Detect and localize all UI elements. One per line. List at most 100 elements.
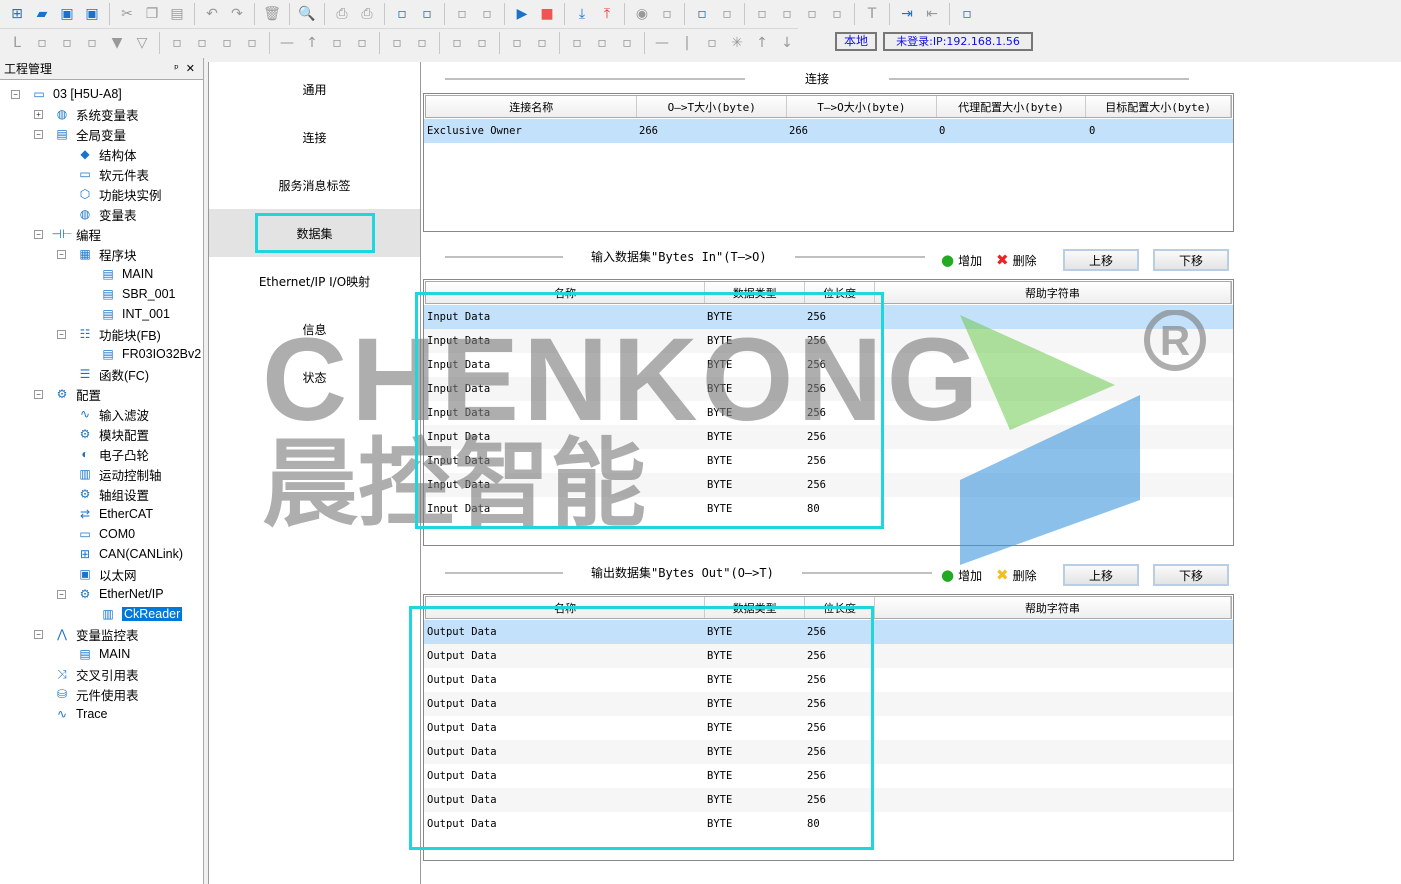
trace-icon[interactable]: ▫ xyxy=(656,3,678,25)
run-icon[interactable]: ▶ xyxy=(511,3,533,25)
table-row[interactable]: Output Data BYTE 256 xyxy=(424,764,1233,788)
tree-node[interactable]: − ☷ 功能块(FB) xyxy=(57,324,161,344)
tree-node[interactable]: + ◍ 系统变量表 xyxy=(34,104,139,124)
column-header[interactable]: 连接名称 xyxy=(426,96,638,117)
output-move-down-button[interactable]: 下移 xyxy=(1153,564,1229,586)
no-contact-icon[interactable]: ▫ xyxy=(386,32,408,54)
arrow-down2-icon[interactable]: ↓ xyxy=(776,32,798,54)
paste-icon[interactable]: ▤ xyxy=(166,3,188,25)
login-icon[interactable]: ⇥ xyxy=(896,3,918,25)
ladder-c-icon[interactable]: ▫ xyxy=(801,3,823,25)
table-row[interactable]: Input Data BYTE 256 xyxy=(424,329,1233,353)
column-header[interactable]: 数据类型 xyxy=(705,282,806,303)
copy-icon[interactable]: ❐ xyxy=(141,3,163,25)
edit-online-icon[interactable]: ▫ xyxy=(691,3,713,25)
save-all-icon[interactable]: ▣ xyxy=(81,3,103,25)
column-header[interactable]: T—>O大小(byte) xyxy=(787,96,937,117)
tree-node[interactable]: ▥ CkReader xyxy=(99,604,183,624)
line-up-icon[interactable]: ↑ xyxy=(301,32,323,54)
tree-node[interactable]: ☰ 函数(FC) xyxy=(76,364,149,384)
table-row[interactable]: Input Data BYTE 256 xyxy=(424,305,1233,329)
column-header[interactable]: 目标配置大小(byte) xyxy=(1086,96,1231,117)
coil-icon[interactable]: ▫ xyxy=(566,32,588,54)
tree-node[interactable]: ⚙ 轴组设置 xyxy=(76,484,149,504)
tree-node[interactable]: − ▦ 程序块 xyxy=(57,244,137,264)
cascade-windows-icon[interactable]: ▫ xyxy=(391,3,413,25)
nav-item[interactable]: 通用 xyxy=(209,65,420,113)
nav-item[interactable]: 服务消息标签 xyxy=(209,161,420,209)
nav-item[interactable]: 信息 xyxy=(209,305,420,353)
table-row[interactable]: Output Data BYTE 256 xyxy=(424,620,1233,644)
tree-node[interactable]: ▤ INT_001 xyxy=(99,304,170,324)
arrow-up-icon[interactable]: ↑ xyxy=(751,32,773,54)
login-status[interactable]: 未登录:IP:192.168.1.56 xyxy=(883,32,1033,51)
collapse-icon[interactable]: − xyxy=(57,329,66,339)
output-delete-button[interactable]: ✖ 删除 xyxy=(996,566,1037,584)
table-row[interactable]: Output Data BYTE 256 xyxy=(424,740,1233,764)
tree-node[interactable]: ▭ COM0 xyxy=(76,524,135,544)
table-row[interactable]: Output Data BYTE 256 xyxy=(424,788,1233,812)
coil-f-icon[interactable]: ▫ xyxy=(616,32,638,54)
expand-icon[interactable]: + xyxy=(34,109,43,119)
collapse-icon[interactable]: − xyxy=(11,89,20,99)
column-header[interactable]: 名称 xyxy=(426,597,706,618)
tree-node[interactable]: ∿ 输入滤波 xyxy=(76,404,149,424)
print-preview-icon[interactable]: ⎙ xyxy=(331,3,353,25)
tree-node[interactable]: − ⋀ 变量监控表 xyxy=(34,624,139,644)
nav-item[interactable]: 数据集 xyxy=(209,209,420,257)
ladder-a-icon[interactable]: ▫ xyxy=(751,3,773,25)
table-row[interactable]: Output Data BYTE 80 xyxy=(424,812,1233,836)
table-row[interactable]: Output Data BYTE 256 xyxy=(424,692,1233,716)
coil-a-icon[interactable]: ▫ xyxy=(591,32,613,54)
line-h-icon[interactable]: — xyxy=(276,32,298,54)
input-move-up-button[interactable]: 上移 xyxy=(1063,249,1139,271)
line-corner2-icon[interactable]: ▫ xyxy=(351,32,373,54)
compile-icon[interactable]: ▫ xyxy=(451,3,473,25)
nav-item[interactable]: 连接 xyxy=(209,113,420,161)
table-row[interactable]: Input Data BYTE 256 xyxy=(424,473,1233,497)
tree-node[interactable]: ◍ 变量表 xyxy=(76,204,137,224)
table-row[interactable]: Output Data BYTE 256 xyxy=(424,644,1233,668)
tree-node[interactable]: ∿ Trace xyxy=(53,704,108,724)
tree-node[interactable]: ⬡ 功能块实例 xyxy=(76,184,162,204)
vline-icon[interactable]: | xyxy=(676,32,698,54)
column-header[interactable]: 帮助字符串 xyxy=(875,282,1231,303)
nav-item[interactable]: 状态 xyxy=(209,353,420,401)
undo-icon[interactable]: ↶ xyxy=(201,3,223,25)
tree-node[interactable]: ⤨ 交叉引用表 xyxy=(53,664,138,684)
tree-node[interactable]: ▣ 以太网 xyxy=(76,564,136,584)
arrow-down-fill-icon[interactable]: ▼ xyxy=(106,32,128,54)
fall-contact-icon[interactable]: ▫ xyxy=(471,32,493,54)
cross-x-icon[interactable]: ✳ xyxy=(726,32,748,54)
table-row[interactable]: Input Data BYTE 80 xyxy=(424,497,1233,521)
monitor-icon[interactable]: ◉ xyxy=(631,3,653,25)
s-box2-icon[interactable]: ▫ xyxy=(56,32,78,54)
tree-node[interactable]: ▥ 运动控制轴 xyxy=(76,464,161,484)
collapse-icon[interactable]: − xyxy=(57,589,66,599)
upload-icon[interactable]: ⤒ xyxy=(596,3,618,25)
download-icon[interactable]: ⤓ xyxy=(571,3,593,25)
nc-contact-icon[interactable]: ▫ xyxy=(411,32,433,54)
new-file-icon[interactable]: ⊞ xyxy=(6,3,28,25)
print-icon[interactable]: ⎙ xyxy=(356,3,378,25)
nav-item[interactable]: Ethernet/IP I/O映射 xyxy=(209,257,420,305)
table-row[interactable]: Output Data BYTE 256 xyxy=(424,668,1233,692)
tree-node[interactable]: ⛁ 元件使用表 xyxy=(53,684,139,704)
column-header[interactable]: 帮助字符串 xyxy=(875,597,1231,618)
arrow-down-icon[interactable]: ▽ xyxy=(131,32,153,54)
compile-all-icon[interactable]: ▫ xyxy=(476,3,498,25)
line-corner-icon[interactable]: ▫ xyxy=(326,32,348,54)
table-row[interactable]: Input Data BYTE 256 xyxy=(424,353,1233,377)
table-row[interactable]: Exclusive Owner 266 266 0 0 xyxy=(424,119,1233,143)
tree-node[interactable]: ▤ FR03IO32Bv2 xyxy=(99,344,201,364)
tree-node[interactable]: ⚙ 模块配置 xyxy=(76,424,149,444)
tree-node[interactable]: − ▭ 03 [H5U-A8] xyxy=(11,84,122,104)
set-coil-icon[interactable]: ▫ xyxy=(506,32,528,54)
column-header[interactable]: 位长度 xyxy=(805,282,875,303)
s-box-icon[interactable]: ▫ xyxy=(31,32,53,54)
test-icon[interactable]: T xyxy=(861,3,883,25)
column-header[interactable]: 位长度 xyxy=(805,597,875,618)
tree-node[interactable]: ▭ 软元件表 xyxy=(76,164,149,184)
tree-node[interactable]: − ▤ 全局变量 xyxy=(34,124,126,144)
output-add-button[interactable]: ● 增加 xyxy=(941,566,982,584)
